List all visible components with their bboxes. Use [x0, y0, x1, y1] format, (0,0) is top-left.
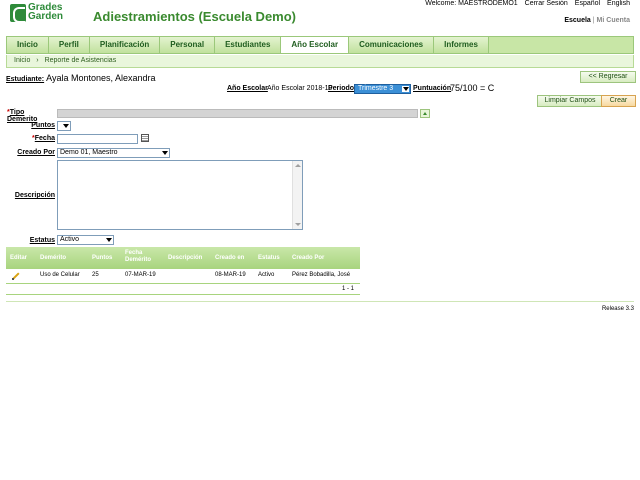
puntos-select[interactable]: [57, 121, 71, 131]
cell-fecha: 07-MAR-19: [125, 272, 156, 278]
separator: |: [592, 17, 595, 24]
footer-divider: [6, 301, 634, 302]
cell-creado-en: 08-MAR-19: [215, 272, 246, 278]
creado-por-value: Demo 01, Maestro: [60, 149, 118, 156]
tab-personal[interactable]: Personal: [160, 37, 216, 53]
col-estatus: Estatus: [258, 255, 280, 261]
tab-inicio[interactable]: Inicio: [7, 37, 49, 53]
welcome-text: Welcome: MAESTRODEMO1: [425, 0, 518, 7]
fecha-input[interactable]: [57, 134, 138, 144]
period-select[interactable]: Trimestre 3: [354, 84, 411, 94]
logo-line2: Garden: [28, 11, 64, 22]
tab-estudiantes[interactable]: Estudiantes: [215, 37, 282, 53]
back-button[interactable]: << Regresar: [580, 71, 636, 83]
tab-planificacion[interactable]: Planificación: [89, 37, 161, 53]
tab-informes[interactable]: Informes: [434, 37, 489, 53]
score-value: 75/100 = C: [450, 83, 495, 93]
estatus-value: Activo: [60, 236, 80, 243]
breadcrumb-current: Reporte de Asistencias: [44, 57, 117, 64]
tab-ano-escolar[interactable]: Año Escolar: [281, 37, 350, 53]
estatus-label: Estatus: [29, 237, 55, 244]
page-title: Adiestramientos (Escuela Demo): [93, 9, 297, 24]
estatus-select[interactable]: Activo: [57, 235, 114, 245]
main-nav: Inicio Perfil Planificación Personal Est…: [6, 36, 634, 54]
cell-estatus: Activo: [258, 272, 275, 278]
col-creado-por: Creado Por: [292, 255, 325, 261]
tipo-demerito-label: *Tipo Demerito: [7, 109, 38, 123]
pagination: 1 - 1: [342, 286, 355, 292]
tipo-demerito-field[interactable]: [57, 109, 418, 118]
calendar-icon[interactable]: [141, 134, 149, 142]
tab-perfil[interactable]: Perfil: [48, 37, 90, 53]
col-demerito: Demérito: [40, 255, 67, 261]
lang-en-link[interactable]: English: [607, 0, 630, 7]
student-name: Ayala Montones, Alexandra: [46, 73, 156, 83]
score-label: Puntuación: [413, 85, 452, 92]
cell-creado-por: Pérez Bobadilla, José: [292, 272, 351, 278]
breadcrumb: Inicio › Reporte de Asistencias: [6, 55, 634, 68]
student-label: Estudiante:: [6, 76, 45, 83]
table-row[interactable]: Uso de Celular 25 07-MAR-19 08-MAR-19 Ac…: [6, 269, 360, 283]
textarea-scrollbar[interactable]: [292, 161, 302, 229]
col-creado-en: Creado en: [215, 255, 245, 261]
tab-comunicaciones[interactable]: Comunicaciones: [349, 37, 435, 53]
puntos-label: Puntos: [31, 122, 55, 129]
edit-pencil-icon[interactable]: [12, 272, 20, 280]
scroll-up-icon[interactable]: [295, 164, 301, 167]
lang-es-link[interactable]: Español: [575, 0, 600, 7]
descripcion-label: Descripción: [14, 192, 55, 199]
school-links: Escuela | Mi Cuenta: [564, 17, 630, 24]
col-editar: Editar: [10, 255, 28, 261]
logo-text: Grades Garden: [28, 3, 64, 22]
table-header: Editar Demérito Puntos Fecha Demérito De…: [6, 247, 360, 269]
top-links: Welcome: MAESTRODEMO1 Cerrar Sesión Espa…: [420, 0, 630, 7]
year-value: Año Escolar 2018-19: [267, 85, 333, 92]
chevron-down-icon: [161, 150, 168, 156]
col-fecha: Fecha Demérito: [125, 250, 152, 263]
account-link[interactable]: Mi Cuenta: [597, 17, 630, 24]
col-puntos: Puntos: [92, 255, 113, 261]
chevron-down-icon: [402, 86, 409, 92]
school-link[interactable]: Escuela: [564, 17, 590, 24]
fecha-label: *Fecha: [32, 135, 55, 142]
cell-puntos: 25: [92, 272, 99, 278]
descripcion-textarea[interactable]: [57, 160, 303, 230]
period-label: Periodo: [328, 85, 355, 92]
logout-link[interactable]: Cerrar Sesión: [525, 0, 568, 7]
clear-fields-button[interactable]: Limpiar Campos: [537, 95, 603, 107]
logo-icon: [10, 4, 26, 23]
triangle-up-icon: [423, 112, 427, 115]
lookup-button[interactable]: [420, 109, 430, 118]
creado-por-select[interactable]: Demo 01, Maestro: [57, 148, 170, 158]
creado-por-label: Creado Por: [17, 149, 55, 156]
row-divider: [6, 283, 360, 284]
breadcrumb-separator: ›: [36, 57, 39, 64]
year-label: Año Escolar: [227, 85, 268, 92]
col-descripcion: Descripción: [168, 255, 203, 261]
release-version: Release 3.3: [601, 306, 634, 312]
chevron-down-icon: [62, 123, 69, 129]
breadcrumb-home[interactable]: Inicio: [14, 57, 30, 64]
table-bottom-line: [6, 294, 360, 295]
student-line: Estudiante: Ayala Montones, Alexandra: [6, 73, 156, 83]
cell-demerito: Uso de Celular: [40, 272, 80, 278]
create-button[interactable]: Crear: [601, 95, 636, 107]
period-value: Trimestre 3: [358, 85, 394, 92]
scroll-down-icon[interactable]: [295, 223, 301, 226]
chevron-down-icon: [105, 237, 112, 243]
